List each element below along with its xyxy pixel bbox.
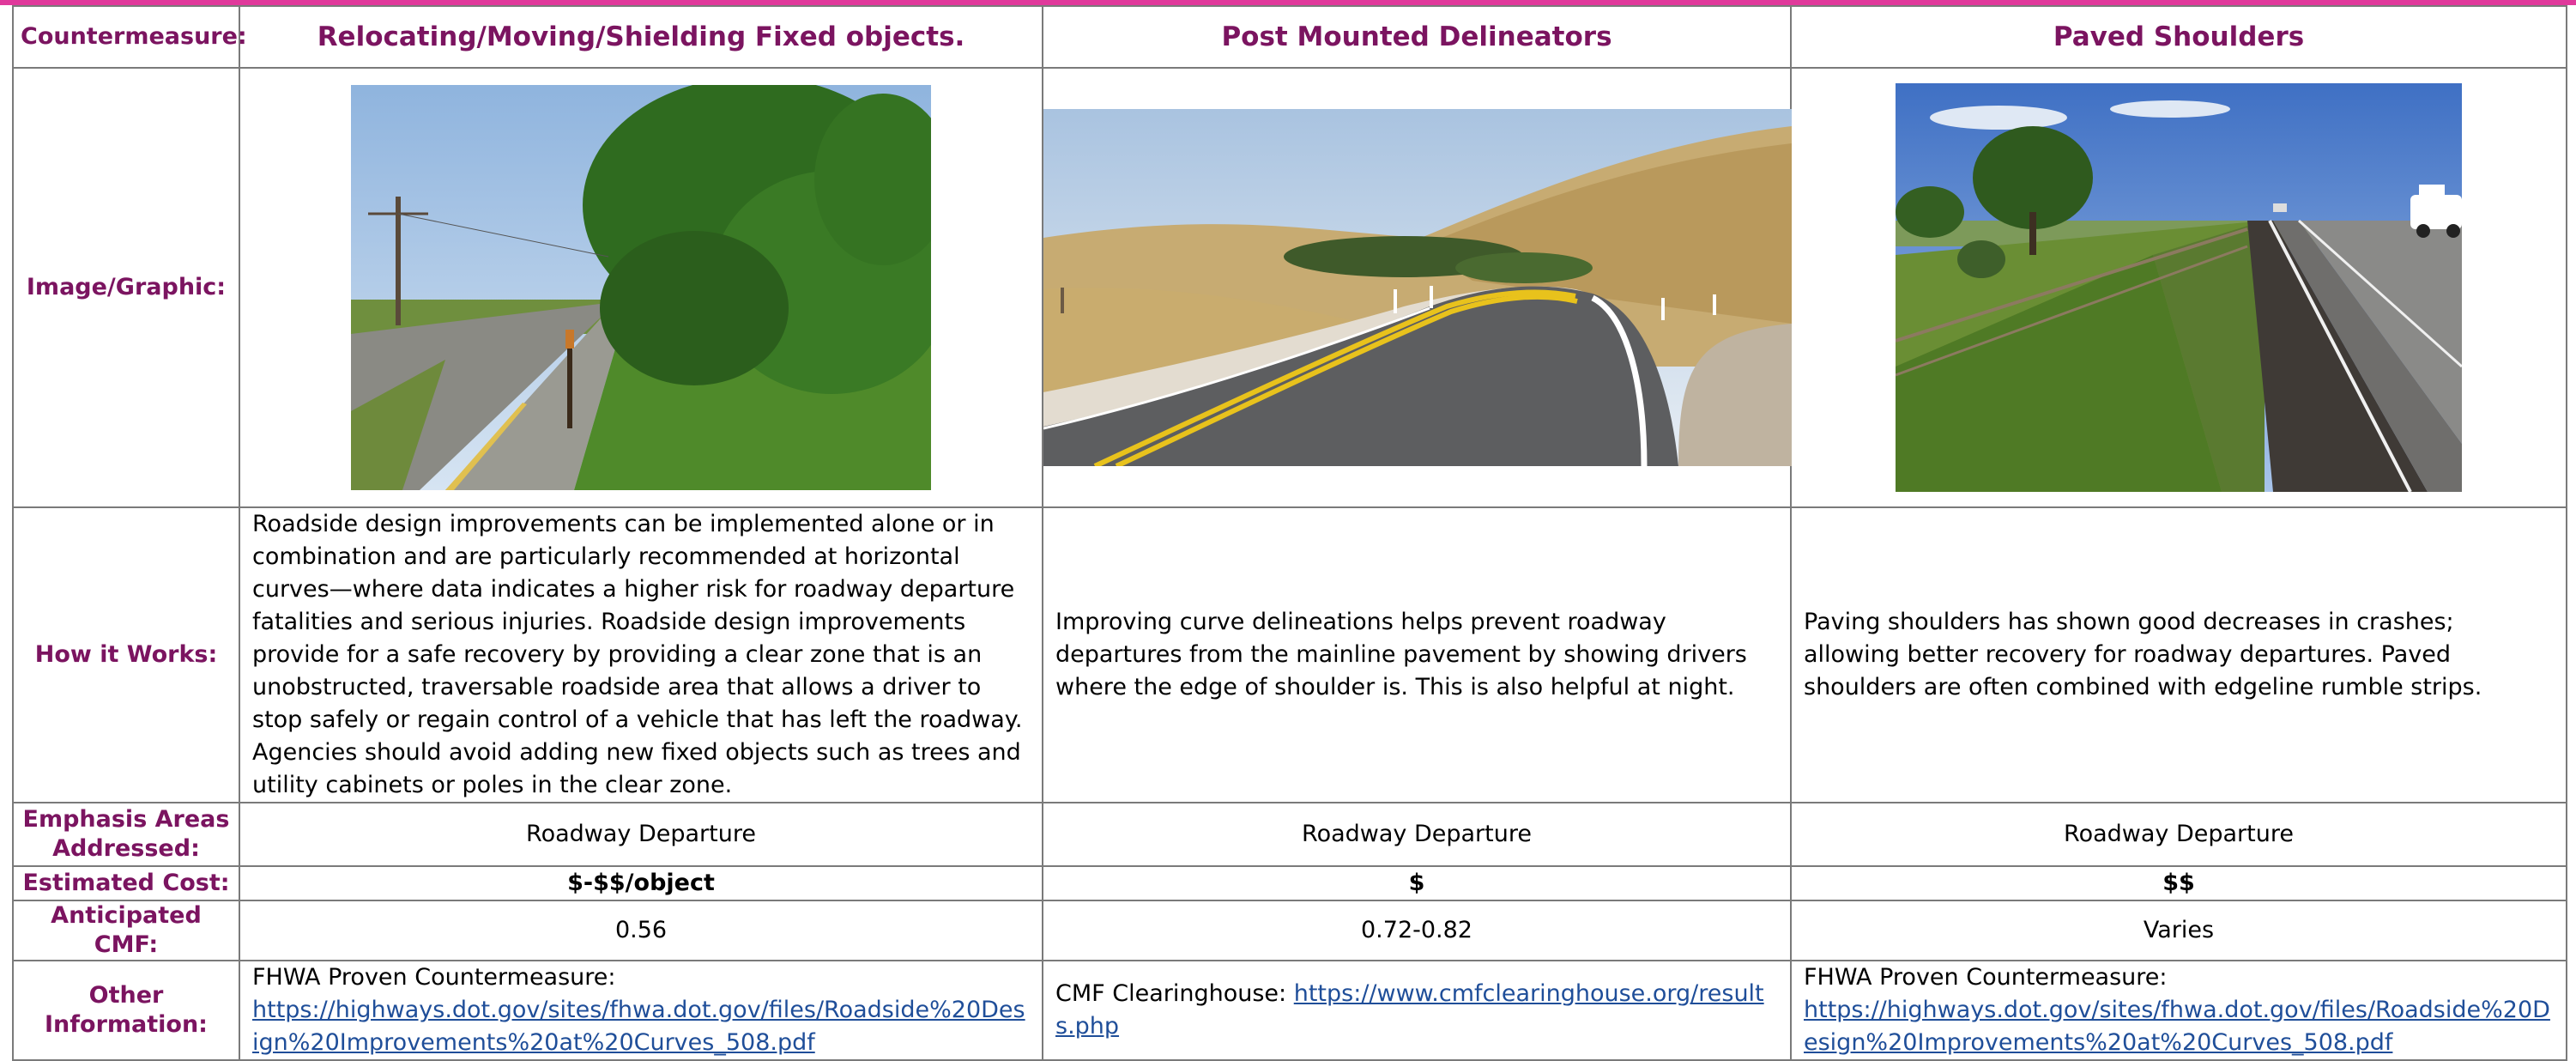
other-info-label: Other Information: (12, 960, 240, 1061)
col2-other-prefix: CMF Clearinghouse: (1055, 980, 1294, 1007)
col3-title: Paved Shoulders (1790, 5, 2567, 69)
col2-title: Post Mounted Delineators (1042, 5, 1792, 69)
col1-image-cell (239, 67, 1043, 508)
col1-how-text: Roadside design improvements can be impl… (239, 506, 1043, 803)
col3-emphasis: Roadway Departure (1790, 802, 2567, 867)
col1-title: Relocating/Moving/Shielding Fixed object… (239, 5, 1043, 69)
col2-cost: $ (1042, 865, 1792, 901)
countermeasure-table: Countermeasure: Relocating/Moving/Shield… (12, 5, 2567, 1061)
cmf-row: Anticipated CMF: 0.56 0.72-0.82 Varies (12, 900, 2567, 961)
col3-image-cell (1790, 67, 2567, 508)
col1-cmf: 0.56 (239, 900, 1043, 961)
countermeasure-row: Countermeasure: Relocating/Moving/Shield… (12, 5, 2567, 69)
col1-cost: $-$$/object (239, 865, 1043, 901)
image-row: Image/Graphic: (12, 67, 2567, 508)
cmf-label: Anticipated CMF: (12, 900, 240, 961)
col3-other-link[interactable]: https://highways.dot.gov/sites/fhwa.dot.… (1804, 997, 2550, 1056)
how-it-works-label: How it Works: (12, 506, 240, 803)
col3-other-prefix: FHWA Proven Countermeasure: (1804, 964, 2168, 991)
col2-cmf: 0.72-0.82 (1042, 900, 1792, 961)
countermeasure-label: Countermeasure: (12, 5, 247, 69)
col3-cost: $$ (1790, 865, 2567, 901)
emphasis-label: Emphasis Areas Addressed: (12, 802, 240, 867)
col3-how-text: Paving shoulders has shown good decrease… (1790, 506, 2567, 803)
col1-other-prefix: FHWA Proven Countermeasure: (252, 964, 616, 991)
roadside-trees-photo (351, 85, 931, 490)
emphasis-row: Emphasis Areas Addressed: Roadway Depart… (12, 802, 2567, 867)
col2-how-text: Improving curve delineations helps preve… (1042, 506, 1792, 803)
col1-emphasis: Roadway Departure (239, 802, 1043, 867)
other-info-row: Other Information: FHWA Proven Counterme… (12, 960, 2567, 1061)
col1-other-cell: FHWA Proven Countermeasure: https://high… (239, 960, 1043, 1061)
col3-other-cell: FHWA Proven Countermeasure: https://high… (1790, 960, 2567, 1061)
cost-row: Estimated Cost: $-$$/object $ $$ (12, 865, 2567, 901)
paved-shoulder-photo (1896, 83, 2462, 492)
col3-cmf: Varies (1790, 900, 2567, 961)
cost-label: Estimated Cost: (12, 865, 240, 901)
col2-other-cell: CMF Clearinghouse: https://www.cmfcleari… (1042, 960, 1792, 1061)
image-label: Image/Graphic: (12, 67, 240, 508)
col2-emphasis: Roadway Departure (1042, 802, 1792, 867)
how-it-works-row: How it Works: Roadside design improvemen… (12, 506, 2567, 803)
col2-image-cell (1042, 67, 1792, 508)
col1-other-link[interactable]: https://highways.dot.gov/sites/fhwa.dot.… (252, 997, 1025, 1056)
curved-road-photo (1043, 109, 1792, 466)
